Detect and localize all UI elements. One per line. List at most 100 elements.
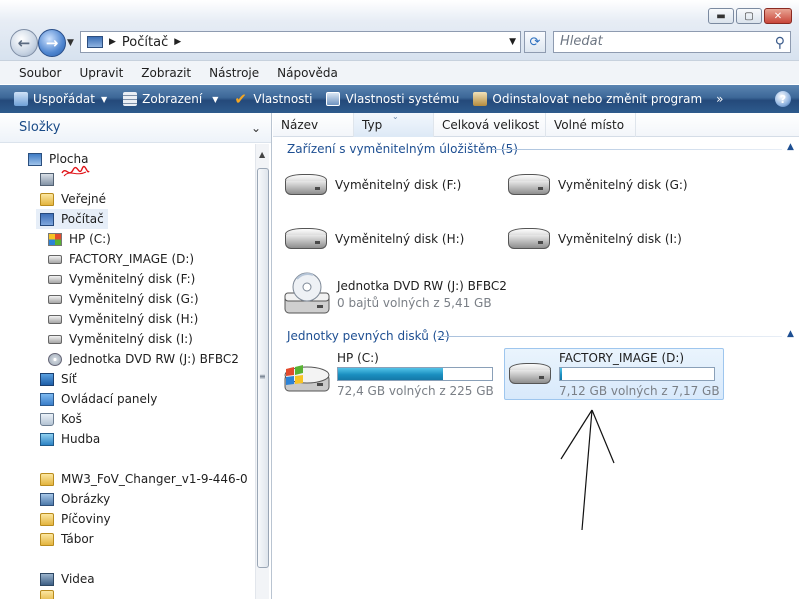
removable-disk-icon bbox=[283, 226, 329, 252]
recycle-bin-icon bbox=[40, 412, 54, 426]
scrollbar-thumb[interactable] bbox=[257, 168, 269, 568]
menu-view[interactable]: Zobrazit bbox=[141, 66, 191, 80]
tree-item-label: Veřejné bbox=[61, 192, 107, 206]
tree-item-drive-g[interactable]: Vyměnitelný disk (G:) bbox=[48, 289, 199, 309]
tree-item-cut-off[interactable] bbox=[40, 589, 61, 599]
tree-item-label: Vyměnitelný disk (H:) bbox=[69, 312, 199, 326]
chevron-down-icon: ▼ bbox=[100, 94, 108, 104]
tree-item-label: Videa bbox=[61, 572, 95, 586]
scrollbar-grip-icon: ≡ bbox=[259, 372, 266, 381]
menu-tools[interactable]: Nástroje bbox=[209, 66, 259, 80]
tree-item-drive-c[interactable]: HP (C:) bbox=[48, 229, 111, 249]
more-commands-button[interactable]: » bbox=[708, 85, 729, 113]
tree-item-control-panel[interactable]: Ovládací panely bbox=[40, 389, 157, 409]
drive-f[interactable]: Vyměnitelný disk (F:) bbox=[283, 172, 461, 198]
drive-j-dvd[interactable]: Jednotka DVD RW (J:) BFBC2 0 bajtů volný… bbox=[283, 271, 507, 317]
drive-name: FACTORY_IMAGE (D:) bbox=[559, 350, 685, 365]
tree-item-label: Tábor bbox=[61, 532, 94, 546]
removable-disk-icon bbox=[48, 274, 62, 284]
refresh-icon[interactable]: ⟳ bbox=[524, 31, 546, 53]
more-commands-label: » bbox=[716, 92, 724, 106]
tree-item-music[interactable]: Hudba bbox=[40, 429, 100, 449]
tree-item-label: FACTORY_IMAGE (D:) bbox=[69, 252, 195, 266]
drive-name: Vyměnitelný disk (F:) bbox=[335, 178, 462, 192]
column-type[interactable]: ⌄ Typ bbox=[354, 112, 434, 137]
tree-item-label: Ovládací panely bbox=[61, 392, 158, 406]
control-panel-icon bbox=[40, 392, 54, 406]
dvd-drive-icon bbox=[284, 272, 330, 314]
breadcrumb-separator-icon[interactable]: ▶ bbox=[109, 37, 116, 47]
tree-item-videos[interactable]: Videa bbox=[40, 569, 95, 589]
tree-item-drive-i[interactable]: Vyměnitelný disk (I:) bbox=[48, 329, 193, 349]
collapse-icon[interactable]: ▲ bbox=[787, 329, 794, 339]
drive-name: Vyměnitelný disk (I:) bbox=[558, 232, 682, 246]
desktop-icon bbox=[28, 152, 42, 166]
tree-item-tabor[interactable]: Tábor bbox=[40, 529, 94, 549]
breadcrumb-separator-icon[interactable]: ▶ bbox=[174, 37, 181, 47]
properties-label: Vlastnosti bbox=[253, 92, 313, 106]
tree-item-drive-h[interactable]: Vyměnitelný disk (H:) bbox=[48, 309, 198, 329]
drive-free-space: 72,4 GB volných z 225 GB bbox=[337, 384, 494, 398]
tree-item-label: MW3_FoV_Changer_v1-9-446-0 bbox=[61, 472, 248, 486]
tree-item-mw3[interactable]: MW3_FoV_Changer_v1-9-446-0 bbox=[40, 469, 248, 489]
drive-c[interactable]: HP (C:) 72,4 GB volných z 225 GB bbox=[283, 351, 494, 398]
tree-item-drive-f[interactable]: Vyměnitelný disk (F:) bbox=[48, 269, 195, 289]
menu-file[interactable]: Soubor bbox=[19, 66, 61, 80]
address-bar[interactable]: ▶ Počítač ▶ ▼ bbox=[80, 31, 521, 53]
uninstall-program-button[interactable]: Odinstalovat nebo změnit program bbox=[465, 85, 708, 113]
drive-h[interactable]: Vyměnitelný disk (H:) bbox=[283, 226, 464, 252]
tree-item-label: Píčoviny bbox=[61, 512, 111, 526]
tree-item-drive-j[interactable]: Jednotka DVD RW (J:) BFBC2 bbox=[48, 349, 239, 369]
recent-pages-dropdown-icon[interactable]: ▼ bbox=[67, 38, 74, 48]
properties-button[interactable]: ✔ Vlastnosti bbox=[224, 85, 318, 113]
tree-item-pictures[interactable]: Obrázky bbox=[40, 489, 110, 509]
views-button[interactable]: Zobrazení ▼ bbox=[113, 85, 224, 113]
tree-item-drive-d[interactable]: FACTORY_IMAGE (D:) bbox=[48, 249, 194, 269]
breadcrumb-computer[interactable]: Počítač bbox=[122, 35, 168, 50]
forward-arrow-icon[interactable]: → bbox=[38, 29, 66, 57]
column-free-space[interactable]: Volné místo bbox=[546, 113, 636, 137]
tree-item-label: Počítač bbox=[61, 212, 104, 226]
search-placeholder: Hledat bbox=[560, 34, 603, 49]
group-header-removable[interactable]: Zařízení s vyměnitelným úložištěm (5) ▲ bbox=[287, 142, 797, 156]
help-icon[interactable]: ? bbox=[775, 91, 791, 107]
chevron-down-icon[interactable]: ⌄ bbox=[251, 121, 261, 135]
menu-help[interactable]: Nápověda bbox=[277, 66, 338, 80]
search-icon[interactable]: ⚲ bbox=[775, 33, 785, 53]
folder-icon bbox=[40, 192, 54, 206]
title-bar: ▬ ▢ ✕ ← → ▼ ▶ Počítač ▶ ▼ ⟳ Hledat ⚲ bbox=[0, 0, 799, 60]
tree-item-public[interactable]: Veřejné bbox=[40, 189, 106, 209]
tree-item-user[interactable] bbox=[40, 169, 61, 189]
collapse-icon[interactable]: ▲ bbox=[787, 142, 794, 152]
drive-free-space: 0 bajtů volných z 5,41 GB bbox=[337, 295, 492, 310]
search-input[interactable]: Hledat ⚲ bbox=[553, 31, 791, 53]
drive-i[interactable]: Vyměnitelný disk (I:) bbox=[506, 226, 682, 252]
drive-d[interactable]: FACTORY_IMAGE (D:) 7,12 GB volných z 7,1… bbox=[504, 348, 724, 400]
folder-icon bbox=[40, 512, 54, 526]
tree-item-computer[interactable]: Počítač bbox=[36, 209, 108, 229]
column-total-size[interactable]: Celková velikost bbox=[434, 113, 546, 137]
close-icon[interactable]: ✕ bbox=[764, 8, 792, 24]
group-header-hard-disks[interactable]: Jednotky pevných disků (2) ▲ bbox=[287, 329, 797, 343]
address-dropdown-icon[interactable]: ▼ bbox=[509, 37, 516, 47]
back-arrow-icon[interactable]: ← bbox=[10, 29, 38, 57]
minimize-icon[interactable]: ▬ bbox=[708, 8, 734, 24]
scroll-up-icon[interactable]: ▲ bbox=[259, 150, 265, 159]
drive-g[interactable]: Vyměnitelný disk (G:) bbox=[506, 172, 688, 198]
menu-edit[interactable]: Upravit bbox=[79, 66, 123, 80]
folders-header[interactable]: Složky ⌄ bbox=[0, 113, 271, 143]
removable-disk-icon bbox=[283, 172, 329, 198]
column-headers: Název ⌄ Typ Celková velikost Volné místo bbox=[273, 112, 799, 137]
folders-scrollbar[interactable]: ▲ ≡ bbox=[255, 144, 269, 599]
drive-usage-fill bbox=[338, 368, 443, 380]
tree-item-network[interactable]: Síť bbox=[40, 369, 77, 389]
tree-item-recycle-bin[interactable]: Koš bbox=[40, 409, 82, 429]
tree-item-label: Obrázky bbox=[61, 492, 111, 506]
organize-button[interactable]: Uspořádat ▼ bbox=[0, 85, 113, 113]
music-folder-icon bbox=[40, 432, 54, 446]
column-name[interactable]: Název bbox=[273, 113, 354, 137]
views-label: Zobrazení bbox=[142, 92, 203, 106]
maximize-icon[interactable]: ▢ bbox=[736, 8, 762, 24]
uninstall-label: Odinstalovat nebo změnit program bbox=[492, 92, 703, 106]
tree-item-picoviny[interactable]: Píčoviny bbox=[40, 509, 111, 529]
